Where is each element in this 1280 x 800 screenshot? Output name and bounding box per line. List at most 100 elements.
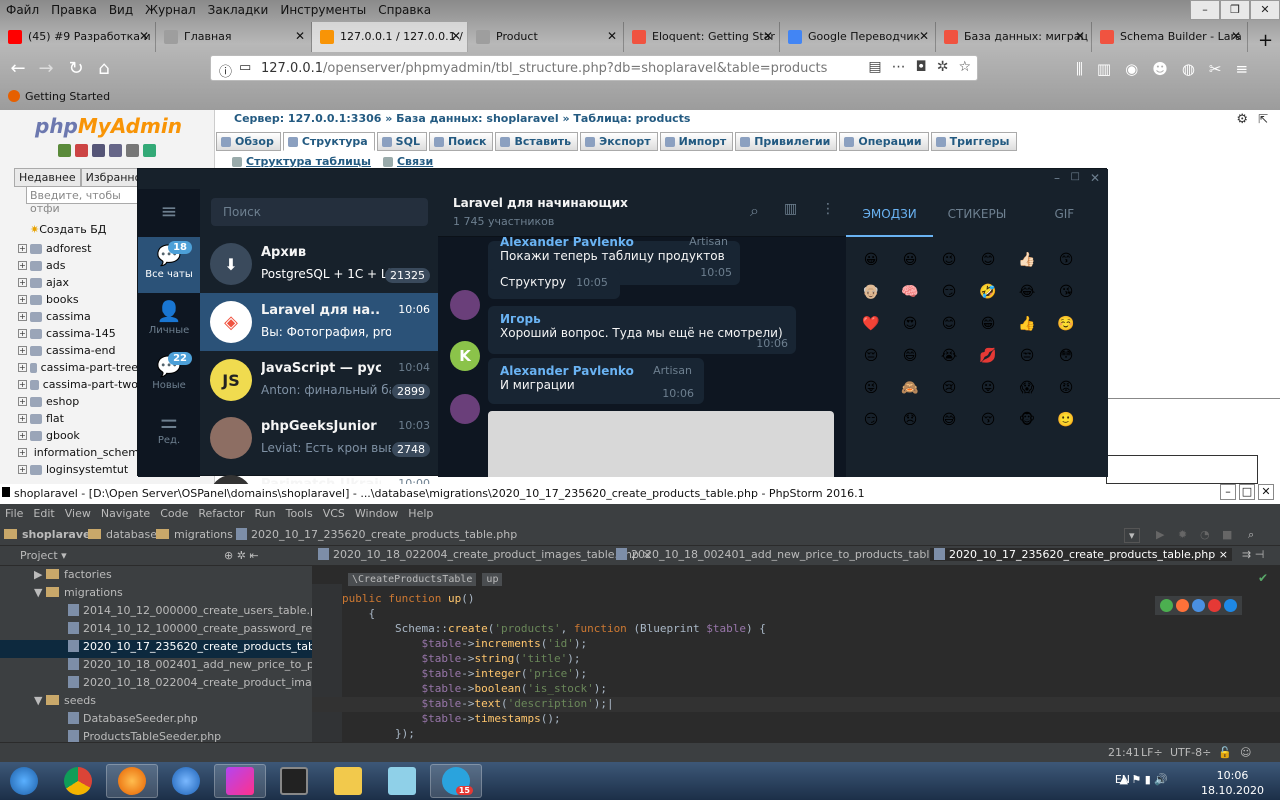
sidebar-icon[interactable]: ▥ [784, 201, 797, 217]
db-item[interactable]: + cassima-end [18, 342, 138, 359]
taskbar-chrome[interactable] [52, 764, 104, 798]
inspector-icon[interactable]: ☺ [1240, 746, 1251, 759]
restore-button[interactable]: ❐ [1220, 0, 1250, 20]
crumb-method[interactable]: up [482, 573, 503, 586]
tree-folder-factories[interactable]: ▶ factories [34, 568, 112, 586]
chat-title[interactable]: Laravel для начинающих [453, 196, 628, 210]
code-line[interactable]: $table->increments('id'); [312, 637, 1280, 652]
code-line[interactable]: $table->integer('price'); [312, 667, 1280, 682]
tab-translate[interactable]: Google Переводчик ✕ [780, 22, 936, 52]
more-icon[interactable]: ⋯ [892, 59, 906, 75]
chevron-right-icon[interactable]: ▶ [34, 568, 46, 581]
db-item[interactable]: + cassima [18, 308, 138, 325]
tab-gif[interactable]: GIF [1021, 189, 1108, 237]
crumb-migrations[interactable]: migrations [156, 528, 233, 541]
folder-new[interactable]: 💬 Новые 22 [138, 352, 200, 404]
expand-icon[interactable]: + [18, 397, 27, 406]
start-button[interactable] [0, 764, 48, 798]
db-item[interactable]: + ads [18, 257, 138, 274]
emoji-item[interactable]: 👴🏼 [860, 281, 882, 303]
taskbar-explorer[interactable] [322, 764, 374, 798]
emoji-item[interactable]: 😉 [938, 249, 960, 271]
folder-personal[interactable]: 👤 Личные [138, 299, 200, 349]
expand-icon[interactable]: + [18, 261, 27, 270]
forward-icon[interactable]: → [34, 58, 58, 79]
tree-file[interactable]: DatabaseSeeder.php [68, 712, 198, 730]
emoji-item[interactable]: 😊 [938, 313, 960, 335]
user-avatar[interactable] [450, 394, 480, 424]
search-everywhere-icon[interactable]: ⌕ [1248, 528, 1254, 542]
expand-icon[interactable]: + [18, 278, 27, 287]
expand-icon[interactable]: + [18, 346, 27, 355]
tab-privileges[interactable]: Привилегии [735, 132, 838, 151]
menu-run[interactable]: Run [250, 504, 281, 524]
home-icon[interactable]: ⌂ [92, 58, 116, 79]
gear-icon[interactable]: ⊕ ✲ ⇤ [224, 549, 259, 562]
editor-tab[interactable]: 2020_10_18_022004_create_product_images_… [318, 548, 652, 561]
taskbar-firefox-dev[interactable] [160, 764, 212, 798]
expand-icon[interactable]: + [18, 295, 27, 304]
close-tab-icon[interactable]: ✕ [139, 29, 149, 43]
tab-insert[interactable]: Вставить [495, 132, 579, 151]
emoji-item[interactable]: 😂 [1016, 281, 1038, 303]
code-line[interactable]: }); [312, 727, 1280, 742]
menu-edit[interactable]: Edit [28, 504, 59, 524]
menu-navigate[interactable]: Navigate [96, 504, 155, 524]
maximize-icon[interactable]: □ [1071, 171, 1080, 182]
menu-help[interactable]: Справка [372, 0, 437, 20]
menu-vcs[interactable]: VCS [318, 504, 350, 524]
user-avatar[interactable]: K [450, 341, 480, 371]
hamburger-icon[interactable]: ≡ [138, 199, 200, 223]
tab-product[interactable]: Product ✕ [468, 22, 624, 52]
emoji-item[interactable]: 😊 [977, 249, 999, 271]
sidebar-icon[interactable]: ▥ [1097, 60, 1111, 78]
emoji-item[interactable]: 😜 [860, 377, 882, 399]
menu-tools[interactable]: Tools [281, 504, 318, 524]
db-filter-input[interactable]: Введите, чтобы отфи [26, 186, 138, 215]
file-encoding[interactable]: UTF-8÷ [1170, 746, 1211, 759]
menu-refactor[interactable]: Refactor [193, 504, 249, 524]
emoji-item[interactable]: 😒 [1016, 345, 1038, 367]
reload-icon[interactable]: ↻ [64, 58, 88, 79]
emoji-item[interactable]: 🙈 [899, 377, 921, 399]
new-tab-button[interactable]: + [1250, 22, 1278, 52]
tab-phpmyadmin[interactable]: 127.0.0.1 / 127.0.0.1 /✕ [312, 22, 468, 52]
editor-tab-active[interactable]: 2020_10_17_235620_create_products_table.… [930, 548, 1232, 561]
code-line-current[interactable]: $table->text('description');| [312, 697, 1280, 712]
firefox-icon[interactable] [1176, 599, 1189, 612]
logout-icon[interactable] [75, 144, 88, 157]
tab-browse[interactable]: Обзор [216, 132, 281, 151]
line-separator[interactable]: LF÷ [1141, 746, 1163, 759]
expand-icon[interactable]: + [18, 363, 27, 372]
minimize-icon[interactable]: – [1054, 171, 1060, 185]
crumb-project[interactable]: shoplaravel [4, 528, 94, 541]
minimize-button[interactable]: – [1190, 0, 1220, 20]
tab-structure[interactable]: Структура [282, 132, 375, 151]
expand-icon[interactable]: + [18, 414, 27, 423]
docs-icon[interactable] [109, 144, 122, 157]
settings-icon[interactable] [126, 144, 139, 157]
menu-tools[interactable]: Инструменты [274, 0, 372, 20]
tray-icons[interactable]: ▲ ⚑ ▮ 🔊 [1119, 773, 1168, 786]
close-tab-icon[interactable]: ✕ [607, 29, 617, 43]
menu-view[interactable]: View [60, 504, 96, 524]
tree-folder-migrations[interactable]: ▼ migrations [34, 586, 123, 604]
menu-edit[interactable]: Правка [45, 0, 103, 20]
taskbar-console[interactable] [268, 764, 320, 798]
menu-help[interactable]: Help [403, 504, 438, 524]
close-tab-icon[interactable]: ✕ [451, 29, 461, 43]
bookmark-getting-started[interactable]: Getting Started [8, 90, 110, 103]
emoji-item[interactable]: 😀 [860, 249, 882, 271]
emoji-item[interactable]: 😁 [977, 313, 999, 335]
back-icon[interactable]: ← [6, 58, 30, 79]
chevron-down-icon[interactable]: ▼ [34, 586, 46, 599]
db-item[interactable]: + cassima-part-tree [18, 359, 138, 376]
db-item[interactable]: + books [18, 291, 138, 308]
tab-schema-builder[interactable]: Schema Builder - Lara ✕ [1092, 22, 1248, 52]
settings-icon[interactable]: ⚙ [1236, 112, 1248, 127]
emoji-item[interactable]: 😛 [977, 377, 999, 399]
emoji-item[interactable]: 😃 [899, 249, 921, 271]
home-icon[interactable] [58, 144, 71, 157]
crumb-database[interactable]: database [88, 528, 157, 541]
chat-phpgeeks[interactable]: phpGeeksJunior10:03Leviat: Есть крон выв… [200, 409, 438, 467]
